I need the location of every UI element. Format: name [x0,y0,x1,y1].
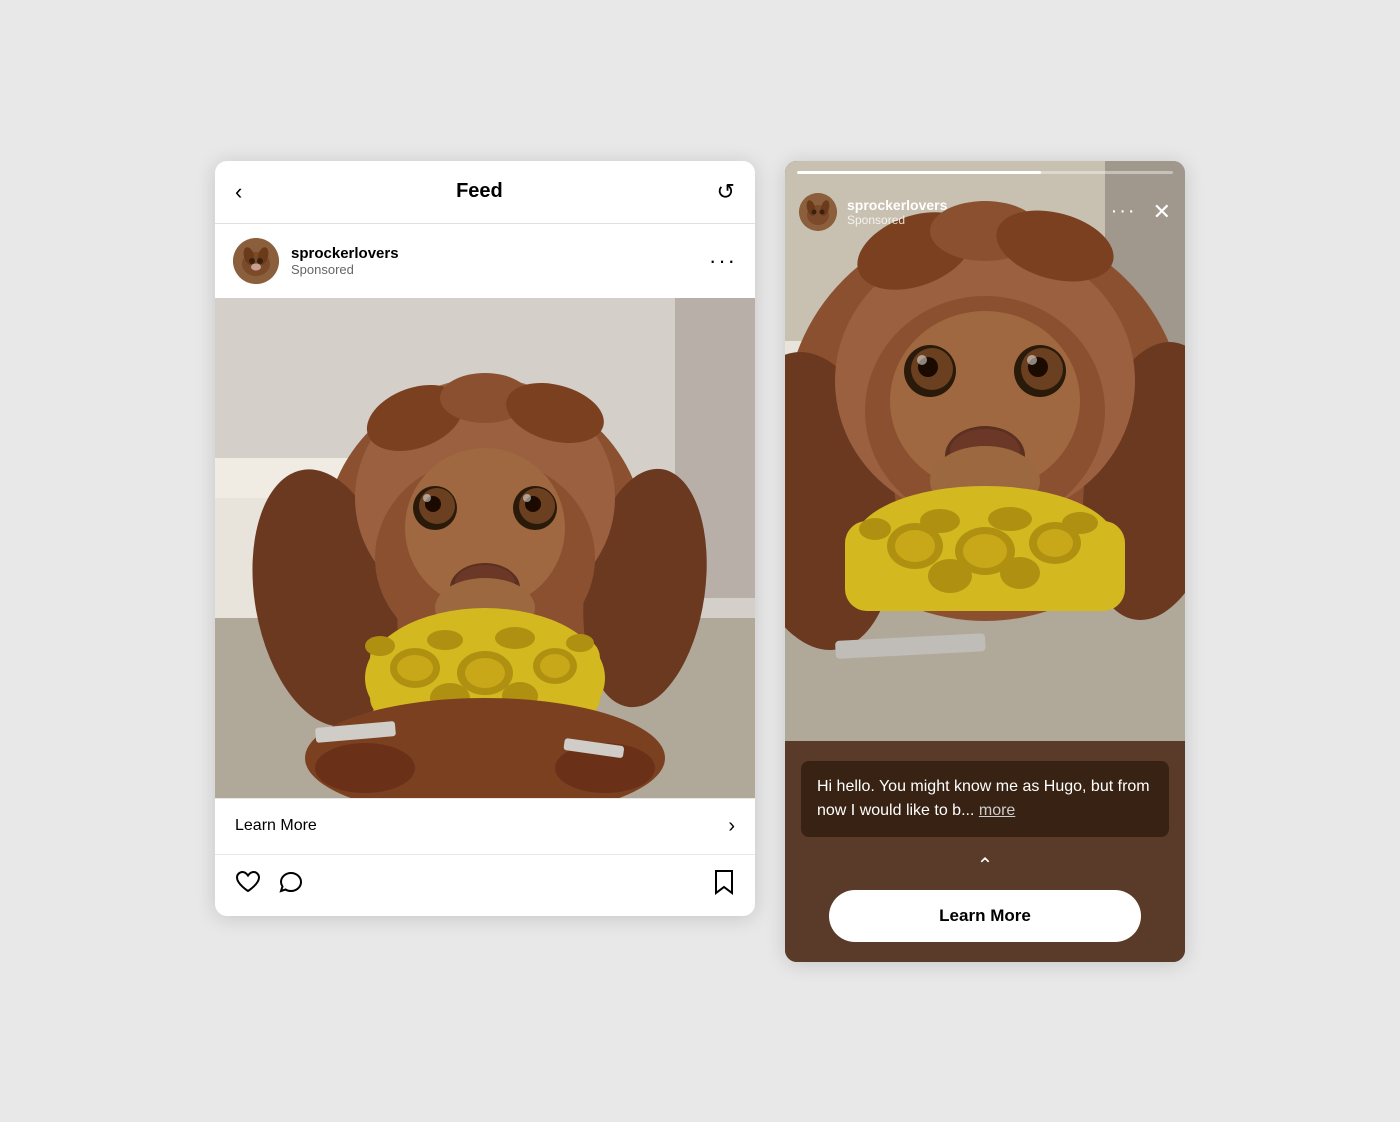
comment-button[interactable] [279,870,305,900]
swipe-up-icon: ⌃ [977,853,994,878]
post-more-button[interactable]: ··· [709,248,737,274]
like-button[interactable] [235,870,261,901]
story-sponsored: Sponsored [847,213,947,227]
refresh-button[interactable]: ↺ [717,179,735,205]
post-actions-left [235,870,305,901]
story-username: sprockerlovers [847,197,947,213]
back-button[interactable]: ‹ [235,179,242,205]
story-phone: sprockerlovers Sponsored ··· ✕ [785,161,1185,962]
post-sponsored: Sponsored [291,262,399,277]
post-image [215,298,755,798]
post-username: sprockerlovers [291,245,399,262]
story-learn-more-button[interactable]: Learn More [829,890,1142,942]
story-caption-more[interactable]: more [979,802,1015,819]
story-swipe-up: ⌃ [801,853,1169,878]
post-actions [215,855,755,916]
learn-more-label: Learn More [235,817,317,835]
learn-more-bar[interactable]: Learn More › [215,798,755,855]
story-header: sprockerlovers Sponsored ··· ✕ [785,173,1185,241]
story-bottom: Hi hello. You might know me as Hugo, but… [785,741,1185,962]
story-learn-more-button-container: Learn More [801,890,1169,942]
story-image [785,161,1185,741]
feed-header: ‹ Feed ↺ [215,161,755,224]
bookmark-button[interactable] [713,869,735,902]
feed-title: Feed [456,180,503,203]
story-more-button[interactable]: ··· [1111,200,1137,223]
post-header-left: sprockerlovers Sponsored [233,238,399,284]
post-user-info: sprockerlovers Sponsored [291,245,399,277]
avatar[interactable] [233,238,279,284]
story-caption-box: Hi hello. You might know me as Hugo, but… [801,761,1169,837]
story-close-button[interactable]: ✕ [1153,199,1171,225]
feed-phone: ‹ Feed ↺ [215,161,755,916]
story-user-info: sprockerlovers Sponsored [847,197,947,227]
story-header-left: sprockerlovers Sponsored [799,193,947,231]
post-header: sprockerlovers Sponsored ··· [215,224,755,298]
story-avatar[interactable] [799,193,837,231]
story-header-right: ··· ✕ [1111,199,1171,225]
chevron-right-icon: › [728,815,735,838]
